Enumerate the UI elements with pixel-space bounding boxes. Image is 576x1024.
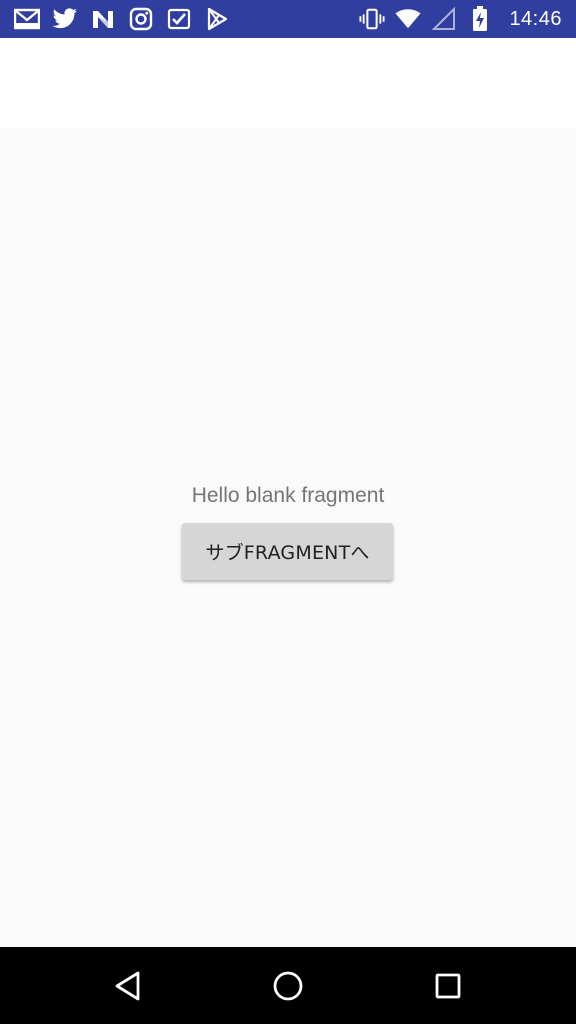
- n-app-icon: [90, 6, 116, 32]
- notification-icons: [14, 6, 230, 32]
- back-icon[interactable]: [107, 965, 149, 1007]
- recents-icon[interactable]: [427, 965, 469, 1007]
- app-bar: [0, 38, 576, 128]
- fragment-content: Hello blank fragment サブFRAGMENTへ: [0, 128, 576, 947]
- battery-charging-icon: [467, 6, 493, 32]
- sub-fragment-button[interactable]: サブFRAGMENTへ: [182, 523, 393, 580]
- signal-icon: [431, 6, 457, 32]
- gmail-icon: [14, 6, 40, 32]
- vibrate-icon: [359, 6, 385, 32]
- home-icon[interactable]: [267, 965, 309, 1007]
- navigation-bar: [0, 947, 576, 1024]
- status-clock: 14:46: [509, 7, 562, 30]
- hello-text: Hello blank fragment: [191, 484, 385, 507]
- feedly-icon: [166, 6, 192, 32]
- system-icons: 14:46: [359, 6, 562, 32]
- wifi-icon: [395, 6, 421, 32]
- status-bar: 14:46: [0, 0, 576, 38]
- instagram-icon: [128, 6, 154, 32]
- play-store-icon: [204, 6, 230, 32]
- twitter-icon: [52, 6, 78, 32]
